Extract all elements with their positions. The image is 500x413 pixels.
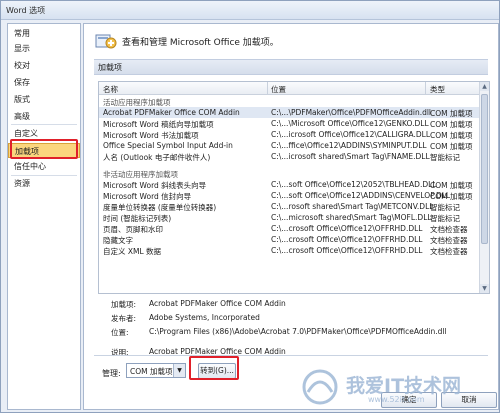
sidebar-item-display[interactable]: 显示 bbox=[8, 41, 80, 56]
addin-location: C:\...\PDFMaker\Office\PDFMOfficeAddin.d… bbox=[271, 108, 432, 117]
addin-location: C:\...icrosoft Office\Office12\CALLIGRA.… bbox=[271, 130, 431, 139]
sidebar-divider bbox=[11, 124, 77, 125]
addin-location: C:\...rosoft shared\Smart Tag\METCONV.DL… bbox=[271, 202, 434, 211]
chevron-down-icon[interactable]: ▼ bbox=[173, 364, 185, 377]
addin-location: C:\...crosoft Office\Office12\OFFRHD.DLL bbox=[271, 246, 423, 255]
column-header-name[interactable]: 名称 bbox=[103, 84, 118, 95]
addin-location: C:\...crosoft Office\Office12\OFFRHD.DLL bbox=[271, 235, 423, 244]
detail-description-label: 说明: bbox=[111, 348, 129, 357]
addin-type: 文档检查器 bbox=[430, 247, 468, 256]
section-title: 加载项 bbox=[98, 63, 122, 72]
addin-name: 人名 (Outlook 电子邮件收件人) bbox=[103, 153, 211, 162]
word-options-window: Word 选项 常用 显示 校对 保存 版式 高级 自定义 加载项 信任中心 资… bbox=[0, 0, 500, 413]
addins-section-header: 加载项 bbox=[94, 59, 488, 75]
table-row[interactable]: 隐藏文字 C:\...crosoft Office\Office12\OFFRH… bbox=[99, 234, 479, 245]
table-row[interactable]: 页眉、页脚和水印 C:\...crosoft Office\Office12\O… bbox=[99, 223, 479, 234]
addin-type: 智能标记 bbox=[430, 153, 460, 162]
window-title: Word 选项 bbox=[6, 6, 46, 15]
table-row[interactable]: Microsoft Word 稿纸向导加载项 C:\...\Microsoft … bbox=[99, 118, 479, 129]
sidebar-item-layout[interactable]: 版式 bbox=[8, 92, 80, 107]
addin-name: Office Special Symbol Input Add-in bbox=[103, 141, 233, 150]
column-divider[interactable] bbox=[425, 82, 426, 94]
watermark-text: 我爱IT技术网 bbox=[346, 375, 462, 397]
go-button-highlight-box bbox=[189, 356, 239, 380]
addin-location: C:\...soft Office\Office12\2052\TBLHEAD.… bbox=[271, 180, 437, 189]
detail-publisher-label: 发布者: bbox=[111, 314, 137, 323]
watermark-url: www.52it.com bbox=[368, 395, 425, 404]
detail-location-label: 位置: bbox=[111, 328, 129, 337]
table-row[interactable]: Microsoft Word 斜线表头向导 C:\...soft Office\… bbox=[99, 179, 479, 190]
sidebar-item-save[interactable]: 保存 bbox=[8, 75, 80, 90]
column-divider[interactable] bbox=[267, 82, 268, 94]
table-row[interactable]: Microsoft Word 信封向导 C:\...soft Office\Of… bbox=[99, 190, 479, 201]
table-row[interactable]: 度量单位转换器 (度量单位转换器) C:\...rosoft shared\Sm… bbox=[99, 201, 479, 212]
detail-addin-label: 加载项: bbox=[111, 300, 137, 309]
sidebar-item-advanced[interactable]: 高级 bbox=[8, 109, 80, 124]
group-header-active: 活动应用程序加载项 bbox=[99, 96, 479, 107]
addin-location: C:\...crosoft Office\Office12\OFFRHD.DLL bbox=[271, 224, 423, 233]
addins-panel: 查看和管理 Microsoft Office 加载项。 加载项 名称 位置 类型… bbox=[83, 23, 499, 410]
column-header-location[interactable]: 位置 bbox=[271, 84, 286, 95]
sidebar-item-popular[interactable]: 常用 bbox=[8, 26, 80, 41]
title-bar: Word 选项 bbox=[1, 1, 499, 20]
watermark-logo-icon bbox=[302, 369, 338, 405]
addin-location: C:\...\Microsoft Office\Office12\GENKO.D… bbox=[271, 119, 429, 128]
panel-heading: 查看和管理 Microsoft Office 加载项。 bbox=[122, 38, 279, 48]
addin-name: 自定义 XML 数据 bbox=[103, 247, 162, 256]
detail-location-value: C:\Program Files (x86)\Adobe\Acrobat 7.0… bbox=[149, 327, 447, 336]
list-scrollbar[interactable]: ▲ ▼ bbox=[479, 82, 489, 293]
sidebar-item-proofing[interactable]: 校对 bbox=[8, 58, 80, 73]
sidebar-item-resources[interactable]: 资源 bbox=[8, 176, 80, 191]
scroll-up-icon[interactable]: ▲ bbox=[480, 82, 489, 91]
manage-label: 管理: bbox=[102, 369, 121, 378]
table-row[interactable]: 人名 (Outlook 电子邮件收件人) C:\...icrosoft shar… bbox=[99, 151, 479, 162]
group-header-inactive: 非活动应用程序加载项 bbox=[99, 168, 479, 179]
table-row[interactable]: Office Special Symbol Input Add-in C:\..… bbox=[99, 140, 479, 151]
scroll-down-icon[interactable]: ▼ bbox=[480, 284, 489, 293]
table-row[interactable]: 自定义 XML 数据 C:\...crosoft Office\Office12… bbox=[99, 245, 479, 256]
table-row[interactable]: 时间 (智能标记列表) C:\...microsoft shared\Smart… bbox=[99, 212, 479, 223]
detail-addin-value: Acrobat PDFMaker Office COM Addin bbox=[149, 299, 286, 308]
watermark: 我爱IT技术网 www.52it.com bbox=[298, 368, 498, 408]
addins-list: 名称 位置 类型 活动应用程序加载项 Acrobat PDFMaker Offi… bbox=[98, 81, 490, 294]
addins-highlight-box bbox=[10, 139, 78, 159]
addin-location: C:\...ffice\Office12\ADDINS\SYMINPUT.DLL bbox=[271, 141, 427, 150]
column-header-type[interactable]: 类型 bbox=[430, 84, 445, 95]
manage-selected-value: COM 加载项 bbox=[130, 367, 173, 376]
detail-publisher-value: Adobe Systems, Incorporated bbox=[149, 313, 260, 322]
manage-divider bbox=[94, 355, 488, 356]
addin-name: Acrobat PDFMaker Office COM Addin bbox=[103, 108, 240, 117]
addins-header-icon bbox=[95, 34, 117, 49]
manage-dropdown[interactable]: COM 加载项 ▼ bbox=[126, 363, 186, 378]
sidebar: 常用 显示 校对 保存 版式 高级 自定义 加载项 信任中心 资源 bbox=[7, 23, 81, 410]
addin-location: C:\...icrosoft shared\Smart Tag\FNAME.DL… bbox=[271, 152, 430, 161]
table-row[interactable]: Microsoft Word 书法加载项 C:\...icrosoft Offi… bbox=[99, 129, 479, 140]
column-header-row: 名称 位置 类型 bbox=[99, 82, 479, 95]
table-row[interactable]: Acrobat PDFMaker Office COM Addin C:\...… bbox=[99, 107, 479, 118]
addin-location: C:\...soft Office\Office12\ADDINS\CENVEL… bbox=[271, 191, 451, 200]
sidebar-item-trust-center[interactable]: 信任中心 bbox=[8, 159, 80, 174]
scrollbar-thumb[interactable] bbox=[481, 94, 488, 244]
addin-location: C:\...microsoft shared\Smart Tag\MOFL.DL… bbox=[271, 213, 432, 222]
